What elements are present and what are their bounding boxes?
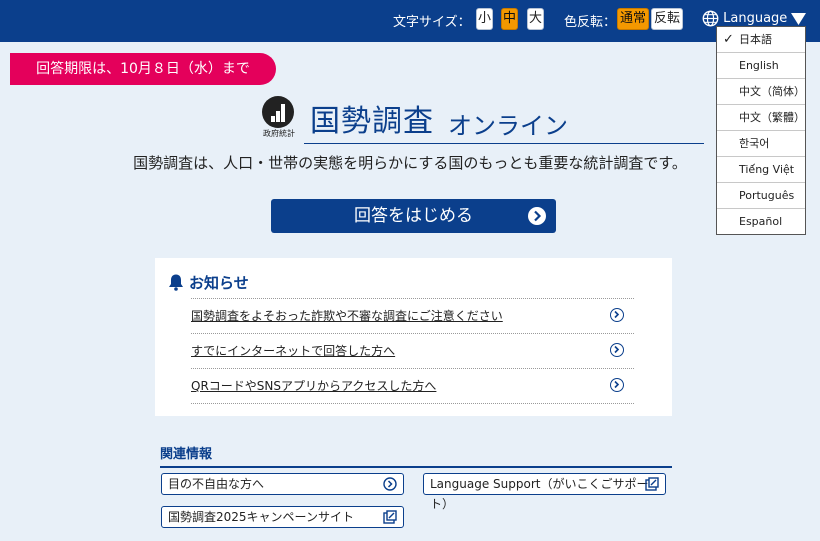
language-menu: ✓ 日本語 English 中文（简体） 中文（繁體） 한국어 Tiế́ng Vi… [716, 26, 806, 235]
language-option-label: 日本語 [739, 33, 772, 46]
news-heading: お知らせ [167, 272, 249, 293]
language-option-en[interactable]: English [717, 53, 805, 79]
arrow-right-circle-icon [610, 308, 624, 322]
news-heading-label: お知らせ [189, 274, 249, 292]
font-size-medium-button[interactable]: 中 [501, 8, 518, 30]
news-item[interactable]: QRコードやSNSアプリからアクセスした方へ [191, 369, 634, 404]
title-divider [304, 143, 704, 144]
language-option-label: English [739, 59, 779, 72]
language-option-label: 한국어 [739, 137, 770, 150]
color-normal-button[interactable]: 通常 [617, 8, 649, 30]
news-item[interactable]: 国勢調査をよそおった詐欺や不審な調査にご注意ください [191, 299, 634, 334]
language-option-label: 中文（繁體） [739, 111, 805, 124]
page-title-sub: オンライン [448, 112, 568, 140]
arrow-right-circle-icon [383, 477, 397, 497]
news-list: 国勢調査をよそおった詐欺や不審な調査にご注意ください すでにインターネットで回答… [191, 298, 634, 404]
news-item-link[interactable]: QRコードやSNSアプリからアクセスした方へ [191, 379, 436, 393]
related-link-language-support[interactable]: Language Support（がいこくごサポート） [423, 473, 666, 511]
language-option-zh-hans[interactable]: 中文（简体） [717, 79, 805, 105]
language-option-label: Español [739, 215, 783, 228]
related-link-visually-impaired[interactable]: 目の不自由な方へ [161, 473, 404, 495]
header-bar: 文字サイズ： 小 中 大 色反転： 通常 反転 Language [0, 0, 820, 42]
language-option-label: Português [739, 189, 795, 202]
arrow-right-circle-icon [528, 207, 546, 225]
arrow-right-circle-icon [610, 378, 624, 392]
start-answer-label: 回答をはじめる [354, 206, 473, 226]
language-option-pt[interactable]: Português [717, 183, 805, 209]
external-link-icon [645, 477, 659, 497]
language-option-label: Tiế́ng Việt [739, 163, 795, 176]
external-link-icon [383, 510, 397, 530]
tagline: 国勢調査は、人口・世帯の実態を明らかにする国のもっとも重要な統計調査です。 [133, 154, 687, 172]
bell-icon [169, 274, 183, 291]
related-link-label: 国勢調査2025キャンペーンサイト [168, 510, 354, 524]
page-title: 国勢調査 [310, 104, 434, 139]
language-option-vi[interactable]: Tiế́ng Việt [717, 157, 805, 183]
related-link-label: 目の不自由な方へ [168, 477, 265, 491]
related-link-label: Language Support（がいこくごサポート） [430, 477, 649, 511]
font-size-small-button[interactable]: 小 [476, 8, 493, 30]
related-heading: 関連情報 [160, 443, 672, 468]
caret-down-icon [791, 12, 807, 25]
globe-icon [702, 10, 719, 27]
related-link-campaign-site[interactable]: 国勢調査2025キャンペーンサイト [161, 506, 404, 528]
language-option-zh-hant[interactable]: 中文（繁體） [717, 105, 805, 131]
language-label: Language [723, 11, 788, 26]
start-answer-button[interactable]: 回答をはじめる [271, 199, 556, 233]
deadline-banner: 回答期限は、10月８日（水）まで [10, 53, 276, 85]
color-invert-button[interactable]: 反転 [651, 8, 683, 30]
news-item-link[interactable]: すでにインターネットで回答した方へ [191, 344, 395, 358]
font-size-label: 文字サイズ： [393, 15, 471, 30]
news-item[interactable]: すでにインターネットで回答した方へ [191, 334, 634, 369]
color-mode-label: 色反転： [564, 15, 617, 30]
arrow-right-circle-icon [610, 343, 624, 357]
news-item-link[interactable]: 国勢調査をよそおった詐欺や不審な調査にご注意ください [191, 309, 503, 323]
logo-caption: 政府統計 [263, 129, 295, 138]
news-panel: お知らせ 国勢調査をよそおった詐欺や不審な調査にご注意ください すでにインターネ… [155, 258, 672, 416]
language-option-ko[interactable]: 한국어 [717, 131, 805, 157]
check-icon: ✓ [723, 32, 734, 47]
language-option-es[interactable]: Español [717, 209, 805, 234]
language-option-ja[interactable]: ✓ 日本語 [717, 27, 805, 53]
language-option-label: 中文（简体） [739, 85, 805, 98]
font-size-large-button[interactable]: 大 [527, 8, 544, 30]
statistics-logo-icon [262, 96, 294, 128]
